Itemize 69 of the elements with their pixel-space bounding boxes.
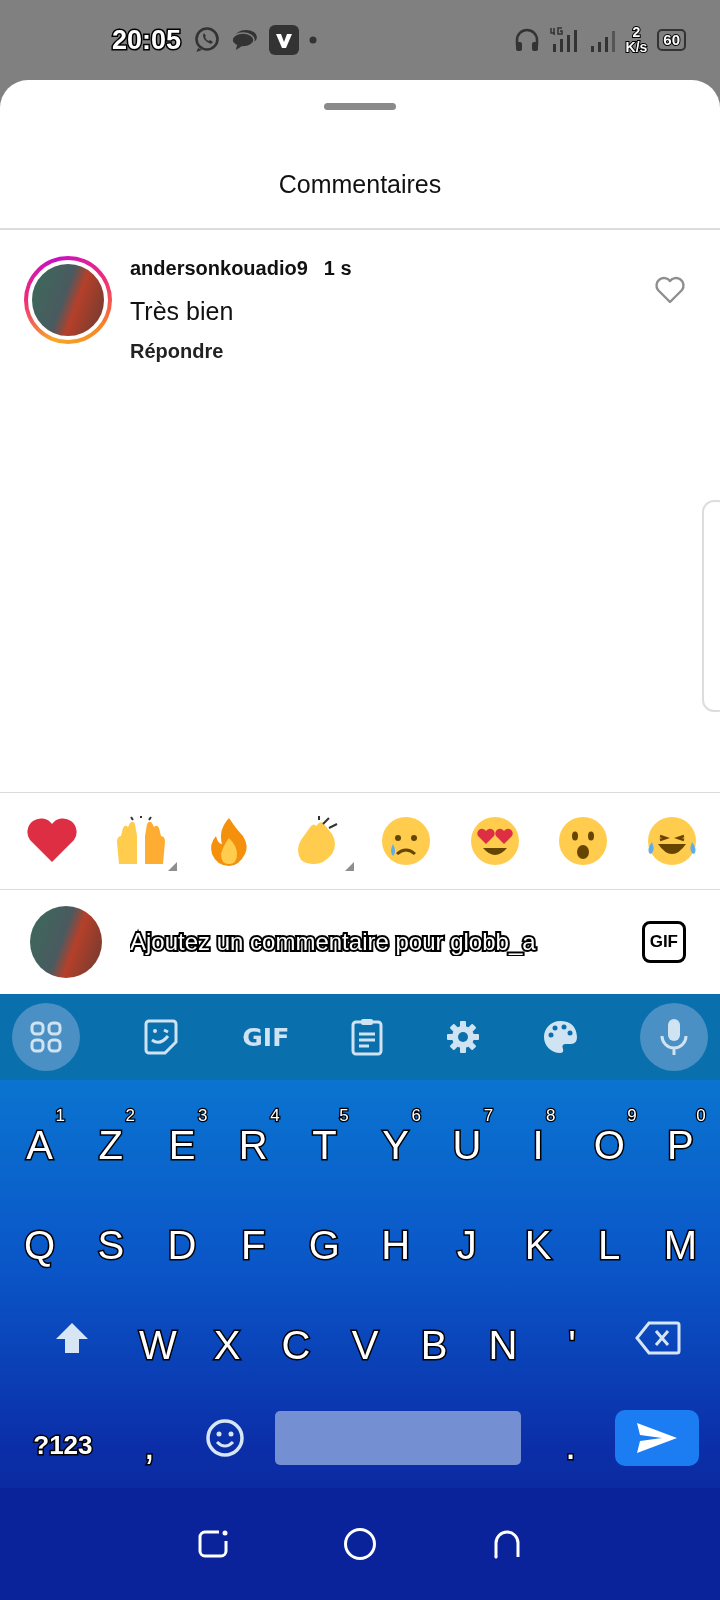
sheet-title: Commentaires xyxy=(0,110,720,230)
gif-button[interactable]: GIF xyxy=(641,921,686,963)
keyboard-key[interactable]: N xyxy=(476,1308,530,1368)
recent-apps-icon[interactable] xyxy=(197,1529,229,1559)
gif-tab[interactable]: GIF xyxy=(242,1022,290,1052)
home-icon[interactable] xyxy=(343,1527,377,1561)
keyboard-key[interactable]: Q xyxy=(12,1208,68,1268)
message-icon xyxy=(231,28,260,52)
keyboard-key[interactable]: K xyxy=(512,1208,564,1268)
microphone-icon xyxy=(658,1018,689,1056)
keyboard-key[interactable]: U 7 xyxy=(440,1108,494,1168)
variants-corner-icon xyxy=(167,862,177,871)
dot-icon xyxy=(309,36,318,44)
keyboard-key[interactable]: L xyxy=(586,1208,633,1268)
keyboard-key[interactable]: C xyxy=(269,1308,323,1368)
symbols-key[interactable]: ?123 xyxy=(21,1415,105,1461)
comment-input-field[interactable]: Ajoutez un commentaire pour globb_a xyxy=(130,928,614,956)
app-icon xyxy=(269,25,300,55)
palette-icon[interactable] xyxy=(541,1020,578,1054)
keyboard-key[interactable]: ' xyxy=(556,1308,588,1368)
emoji-icon[interactable] xyxy=(204,1418,245,1458)
keyboard-key[interactable]: R 4 xyxy=(226,1108,280,1168)
surprised-face-emoji[interactable] xyxy=(558,816,609,866)
drag-handle[interactable] xyxy=(324,103,396,110)
backspace-icon[interactable] xyxy=(635,1321,682,1355)
keyboard-key[interactable]: W xyxy=(127,1308,189,1368)
keyboard-key[interactable]: Z 2 xyxy=(86,1108,135,1168)
keyboard-key[interactable]: H xyxy=(369,1208,423,1268)
network-speed-value: 2 xyxy=(632,25,641,40)
keyboard-key[interactable]: T 5 xyxy=(300,1108,349,1168)
network-speed-unit: K/s xyxy=(625,40,648,55)
status-time: 20:05 xyxy=(112,24,182,56)
keyboard-key[interactable]: G xyxy=(296,1208,352,1268)
keyboard-key[interactable]: D xyxy=(155,1208,209,1268)
keyboard-key[interactable]: M xyxy=(651,1208,710,1268)
chat-bubble-icon xyxy=(193,26,222,54)
battery-indicator: 60 xyxy=(657,29,686,51)
comment-time: 1 s xyxy=(323,256,352,280)
keyboard-key[interactable]: A 1 xyxy=(14,1108,65,1168)
keyboard-key[interactable]: S xyxy=(85,1208,137,1268)
comment-username[interactable]: andersonkouadio9 xyxy=(130,256,308,280)
keyboard-key[interactable]: E 3 xyxy=(156,1108,208,1168)
keyboard-key[interactable]: V xyxy=(339,1308,391,1368)
headphones-icon xyxy=(513,27,540,53)
keyboard-key[interactable]: B xyxy=(408,1308,460,1368)
settings-icon[interactable] xyxy=(445,1020,480,1054)
keyboard-key[interactable]: , xyxy=(131,1408,167,1468)
send-button[interactable] xyxy=(615,1410,700,1466)
sticker-icon[interactable] xyxy=(142,1018,181,1056)
keyboard-key[interactable]: . xyxy=(553,1408,589,1468)
keyboard-key[interactable]: J xyxy=(444,1208,489,1268)
grid-icon xyxy=(30,1021,62,1053)
laughing-face-emoji[interactable] xyxy=(645,816,698,866)
like-heart-icon[interactable] xyxy=(654,276,686,304)
crying-face-emoji[interactable] xyxy=(381,816,432,866)
keyboard-key[interactable]: P 0 xyxy=(655,1108,706,1168)
keyboard-key[interactable]: F xyxy=(229,1208,278,1268)
heart-emoji[interactable] xyxy=(26,818,78,864)
comment-text: Très bien xyxy=(130,296,235,326)
signal-4g-icon xyxy=(549,26,580,54)
keyboard-key[interactable]: I 8 xyxy=(520,1108,556,1168)
variants-corner-icon xyxy=(344,862,354,871)
send-icon xyxy=(636,1422,679,1454)
clipboard-icon[interactable] xyxy=(351,1018,384,1056)
reply-link[interactable]: Répondre xyxy=(130,340,654,363)
keyboard-key[interactable]: O 9 xyxy=(581,1108,637,1168)
keyboard-key[interactable]: X xyxy=(201,1308,253,1368)
keyboard-key[interactable]: Y 6 xyxy=(370,1108,421,1168)
heart-eyes-emoji[interactable] xyxy=(469,816,520,866)
